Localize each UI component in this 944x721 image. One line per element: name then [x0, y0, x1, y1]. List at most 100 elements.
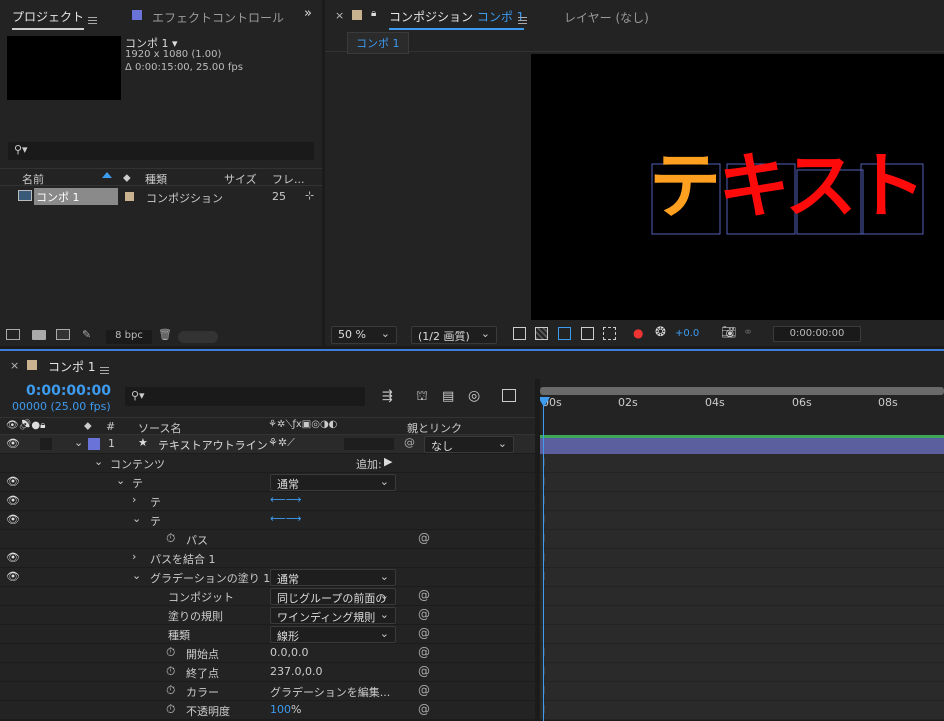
layer-row[interactable]: 👁︎ ⌄ 1 ★ テキストアウトライン ⚘✲⟋ @ なし ⌄: [0, 435, 535, 454]
time-ruler[interactable]: 00s 02s 04s 06s 08s: [540, 387, 944, 415]
tab-timeline-comp[interactable]: コンポ 1: [48, 358, 95, 375]
eye-icon[interactable]: 👁︎: [6, 570, 20, 583]
trash-icon[interactable]: 🗑︎: [158, 328, 172, 341]
track-gradient[interactable]: I: [540, 568, 944, 587]
layer-switches[interactable]: ⚘✲⟋: [268, 436, 295, 450]
track-contents[interactable]: I: [540, 454, 944, 473]
col-type[interactable]: 種類: [145, 171, 167, 187]
opacity-row[interactable]: ⏱︎ 不透明度 100% @: [0, 701, 535, 720]
pickwhip-icon[interactable]: @: [404, 436, 415, 449]
contents-row[interactable]: ⌄ コンテンツ 追加: ▶: [0, 454, 535, 473]
eye-icon[interactable]: 👁︎: [6, 551, 20, 564]
path-direction-icon[interactable]: ⟵⟶: [270, 512, 302, 525]
color-row[interactable]: ⏱︎ カラー グラデーションを編集... @: [0, 682, 535, 701]
path-row[interactable]: ⏱︎ パス @: [0, 530, 535, 549]
pickwhip-spiral-icon[interactable]: @: [418, 645, 430, 659]
path-te3-row[interactable]: 👁︎ ⌄ テ ⟵⟶: [0, 511, 535, 530]
viewer-timecode[interactable]: 0:00:00:00: [773, 326, 861, 342]
track-composite[interactable]: [540, 587, 944, 606]
parent-select[interactable]: なし ⌄: [424, 436, 514, 453]
add-play-icon[interactable]: ▶: [384, 455, 392, 468]
project-menu-icon[interactable]: [88, 16, 97, 24]
pickwhip-spiral-icon[interactable]: @: [418, 588, 430, 602]
color-channels-icon[interactable]: ●: [633, 326, 643, 340]
end-point-row[interactable]: ⏱︎ 終了点 237.0,0.0 @: [0, 663, 535, 682]
camera-snapshot-icon[interactable]: 📷︎: [721, 325, 736, 339]
frame-blending-icon[interactable]: ▤: [442, 389, 454, 404]
col-name[interactable]: 名前: [22, 171, 44, 187]
edit-gradient-link[interactable]: グラデーションを編集...: [270, 684, 390, 700]
path-direction-icon[interactable]: ⟵⟶: [270, 493, 302, 506]
viewer-subtab-comp[interactable]: コンポ 1: [347, 32, 409, 54]
track-te2[interactable]: I: [540, 492, 944, 511]
resolution-select[interactable]: (1/2 画質) ⌄: [411, 326, 497, 344]
viewer-canvas[interactable]: テキスト: [531, 54, 944, 320]
motion-blur-icon[interactable]: ◎: [468, 388, 480, 404]
new-comp-icon[interactable]: [56, 329, 70, 340]
start-point-row[interactable]: ⏱︎ 開始点 0.0,0.0 @: [0, 644, 535, 663]
layer-name[interactable]: テキストアウトライン: [158, 437, 268, 453]
twirl-open-icon[interactable]: ⌄: [74, 436, 83, 449]
fast-preview-icon[interactable]: [513, 327, 526, 340]
timeline-close-icon[interactable]: ×: [10, 359, 19, 372]
new-folder-icon[interactable]: [32, 330, 46, 340]
gradient-blend-select[interactable]: 通常 ⌄: [270, 569, 396, 586]
shy-layers-icon[interactable]: ⛫: [416, 389, 428, 406]
timeline-menu-icon[interactable]: [100, 366, 109, 374]
lock-icon[interactable]: [352, 10, 362, 20]
timeline-timecode[interactable]: 0:00:00:00: [26, 383, 111, 399]
viewer-menu-icon[interactable]: [518, 16, 527, 24]
project-item-row[interactable]: コンポ 1 コンポジション 25 ⊹: [0, 187, 322, 206]
stopwatch-icon[interactable]: ⏱︎: [166, 645, 175, 660]
opacity-value[interactable]: 100: [270, 703, 291, 716]
project-search-input[interactable]: ⚲▾: [8, 142, 314, 160]
composite-row[interactable]: コンポジット 同じグループの前面の ⌄ @: [0, 587, 535, 606]
layer-duration-bar[interactable]: [540, 435, 944, 454]
pickwhip-spiral-icon[interactable]: @: [418, 531, 430, 545]
tab-effect-controls[interactable]: エフェクトコントロール ラ: [152, 9, 284, 26]
pen-icon[interactable]: ✎: [82, 328, 91, 341]
track-end[interactable]: I: [540, 663, 944, 682]
gradient-type-select[interactable]: 線形 ⌄: [270, 626, 396, 643]
grid-guides-icon[interactable]: [603, 327, 616, 340]
col-source-name[interactable]: ソース名: [138, 420, 181, 436]
show-snapshot-icon[interactable]: ⚭: [743, 325, 753, 339]
path-te2-row[interactable]: 👁︎ › テ ⟵⟶: [0, 492, 535, 511]
tab-layer[interactable]: レイヤー (なし): [564, 9, 649, 26]
item-name[interactable]: コンポ 1: [34, 188, 118, 205]
track-merge[interactable]: I: [540, 549, 944, 568]
color-management-icon[interactable]: ❂: [655, 325, 666, 340]
twirl-open-icon[interactable]: ⌄: [132, 569, 141, 582]
composite-select[interactable]: 同じグループの前面の ⌄: [270, 588, 396, 605]
stopwatch-icon[interactable]: ⏱︎: [166, 664, 175, 679]
fill-rule-row[interactable]: 塗りの規則 ワインディング規則 ⌄ @: [0, 606, 535, 625]
mask-path-icon[interactable]: [558, 327, 571, 340]
comp-flowchart-icon[interactable]: ⇶: [382, 389, 393, 404]
track-fillrule[interactable]: [540, 606, 944, 625]
zoom-select[interactable]: 50 % ⌄: [331, 326, 397, 344]
pickwhip-spiral-icon[interactable]: @: [418, 683, 430, 697]
track-te3[interactable]: I: [540, 511, 944, 530]
pickwhip-spiral-icon[interactable]: @: [418, 664, 430, 678]
lock-toggle-icon[interactable]: 🔒︎: [371, 8, 376, 19]
stopwatch-icon[interactable]: ⏱︎: [166, 531, 175, 546]
twirl-closed-icon[interactable]: ›: [132, 550, 136, 563]
pickwhip-spiral-icon[interactable]: @: [418, 702, 430, 716]
twirl-open-icon[interactable]: ⌄: [132, 512, 141, 525]
twirl-open-icon[interactable]: ⌄: [94, 455, 103, 468]
eye-icon[interactable]: 👁︎: [6, 513, 20, 526]
exposure-value[interactable]: +0.0: [675, 328, 699, 339]
blend-mode-select[interactable]: 通常 ⌄: [270, 474, 396, 491]
fill-rule-select[interactable]: ワインディング規則 ⌄: [270, 607, 396, 624]
bpc-button[interactable]: 8 bpc: [106, 330, 152, 344]
timeline-search-input[interactable]: ⚲▾: [125, 387, 365, 406]
col-frame[interactable]: フレ...: [272, 171, 305, 187]
panel-overflow-icon[interactable]: »: [304, 6, 312, 21]
track-start[interactable]: I: [540, 644, 944, 663]
end-point-value[interactable]: 237.0,0.0: [270, 665, 322, 678]
track-opacity[interactable]: I: [540, 701, 944, 720]
work-area-bar[interactable]: [540, 387, 944, 395]
stopwatch-icon[interactable]: ⏱︎: [166, 683, 175, 698]
graph-editor-icon[interactable]: [502, 389, 516, 402]
eye-icon[interactable]: 👁︎: [6, 475, 20, 488]
